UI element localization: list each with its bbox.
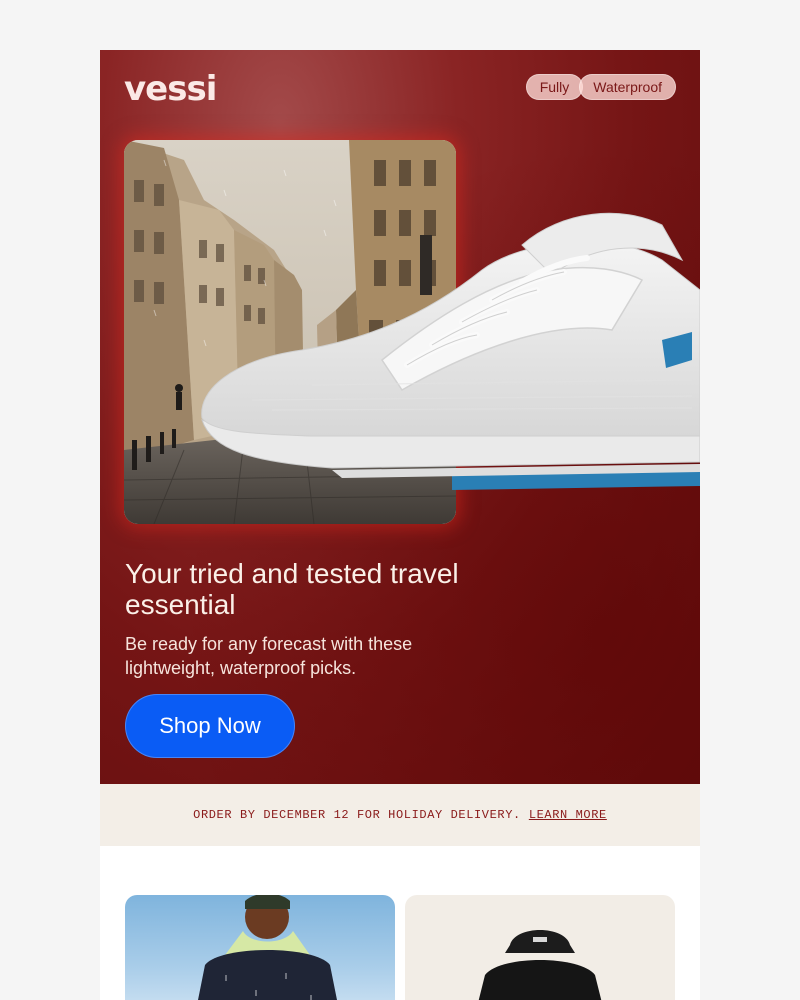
vessi-logo[interactable]: vessi (124, 72, 217, 106)
learn-more-link[interactable]: LEARN MORE (529, 808, 607, 822)
product-card-hoodie[interactable] (405, 895, 675, 1000)
product-card-person[interactable] (125, 895, 395, 1000)
shop-now-button[interactable]: Shop Now (125, 694, 295, 758)
feature-tags: Fully Waterproof (525, 74, 676, 100)
holiday-delivery-notice: ORDER BY DECEMBER 12 FOR HOLIDAY DELIVER… (100, 784, 700, 846)
tag-waterproof: Waterproof (579, 74, 676, 100)
email-container: vessi Fully Waterproof Your tried and te… (100, 50, 700, 1000)
notice-text: ORDER BY DECEMBER 12 FOR HOLIDAY DELIVER… (193, 808, 521, 822)
product-grid (100, 846, 700, 1000)
person-in-rain-jacket-image (198, 895, 337, 1000)
hero-subtext: Be ready for any forecast with these lig… (125, 634, 413, 678)
white-sneaker-image[interactable] (192, 200, 700, 500)
black-hoodie-image (478, 930, 602, 1000)
hero-headline: Your tried and tested travel essential (125, 558, 459, 620)
tag-fully: Fully (525, 74, 584, 100)
hero-banner: vessi Fully Waterproof Your tried and te… (100, 50, 700, 784)
